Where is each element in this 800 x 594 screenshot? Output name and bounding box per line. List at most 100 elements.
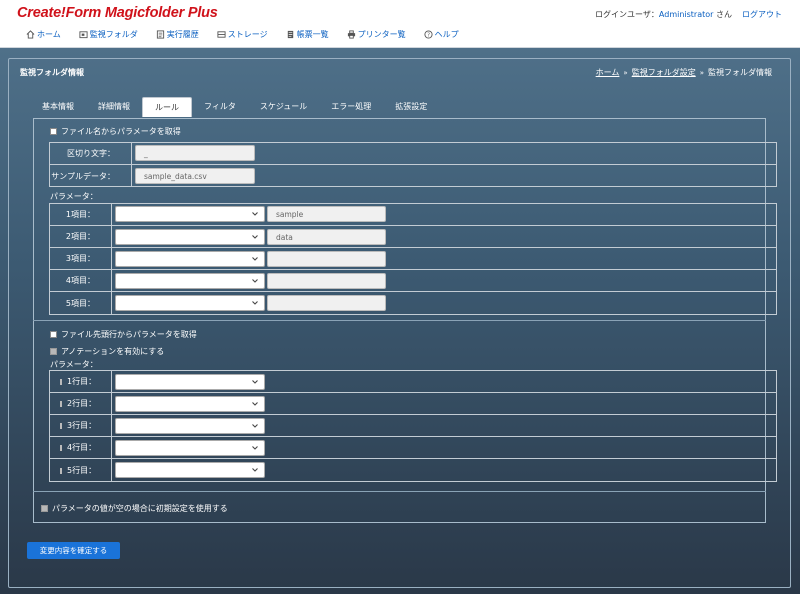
line-label: 1行目：: [50, 371, 112, 392]
tab-extended-settings[interactable]: 拡張設定: [383, 97, 439, 116]
tab-rules[interactable]: ルール: [142, 97, 192, 117]
filename-param-checkbox[interactable]: [50, 127, 57, 135]
breadcrumb-home[interactable]: ホーム: [596, 68, 620, 77]
line-select[interactable]: [115, 396, 265, 412]
home-icon: [26, 29, 35, 39]
tab-filter[interactable]: フィルタ: [192, 97, 248, 116]
param-value-input[interactable]: [267, 273, 386, 289]
login-prefix: ログインユーザ：: [595, 10, 659, 19]
help-icon: ?: [424, 29, 433, 38]
sample-data-input[interactable]: sample_data.csv: [135, 168, 255, 184]
nav-home[interactable]: ホーム: [26, 29, 61, 40]
storage-icon: [217, 30, 226, 38]
annotation-checkbox[interactable]: [50, 347, 57, 355]
fileline-param-option[interactable]: ファイル先頭行からパラメータを取得: [50, 329, 197, 339]
top-bar: Create!Form Magicfolder Plus ログインユーザ：Adm…: [0, 0, 800, 48]
param-select[interactable]: [115, 273, 265, 289]
logout-link[interactable]: ログアウト: [742, 10, 782, 19]
nav-history[interactable]: 実行履歴: [156, 29, 199, 40]
section-divider: [33, 491, 766, 492]
nav-storage-label: ストレージ: [227, 29, 268, 39]
tab-basic-info[interactable]: 基本情報: [30, 97, 86, 116]
param-value-input[interactable]: sample: [267, 206, 386, 222]
tab-detail-info[interactable]: 詳細情報: [86, 97, 142, 116]
param-value-input[interactable]: data: [267, 229, 386, 245]
sample-data-label: サンプルデータ：: [50, 165, 132, 187]
chevron-down-icon: [252, 402, 258, 406]
default-value-option[interactable]: パラメータの値が空の場合に初期設定を使用する: [41, 503, 228, 513]
delimiter-label: 区切り文字：: [50, 143, 132, 164]
default-value-label: パラメータの値が空の場合に初期設定を使用する: [52, 503, 228, 513]
breadcrumb-separator: »: [699, 69, 704, 77]
breadcrumb-current: 監視フォルダ情報: [708, 68, 772, 77]
param-select[interactable]: [115, 206, 265, 222]
fileline-param-label: ファイル先頭行からパラメータを取得: [61, 329, 197, 339]
line-checkbox[interactable]: [60, 378, 62, 385]
breadcrumb-separator: »: [623, 69, 628, 77]
param-label: 4項目：: [50, 270, 112, 291]
delimiter-input[interactable]: _: [135, 145, 255, 161]
line-row: 1行目：: [50, 371, 776, 393]
line-row: 4行目：: [50, 437, 776, 459]
param-label: 5項目：: [50, 292, 112, 315]
annotation-label: アノテーションを有効にする: [61, 346, 165, 356]
param-label: 1項目：: [50, 204, 112, 225]
line-select[interactable]: [115, 440, 265, 456]
line-label-text: 3行目：: [67, 421, 97, 430]
line-checkbox[interactable]: [60, 467, 62, 474]
param-select[interactable]: [115, 251, 265, 267]
filename-param-label: ファイル名からパラメータを取得: [61, 126, 181, 136]
line-label-text: 1行目：: [67, 377, 97, 386]
tab-bar: 基本情報 詳細情報 ルール フィルタ スケジュール エラー処理 拡張設定: [30, 97, 439, 117]
nav-folder-monitor[interactable]: 監視フォルダ: [79, 29, 138, 40]
nav-document-list[interactable]: 帳票一覧: [286, 29, 329, 40]
line-label: 4行目：: [50, 437, 112, 458]
tab-schedule[interactable]: スケジュール: [248, 97, 319, 116]
login-suffix: さん: [713, 10, 732, 19]
filename-param-option[interactable]: ファイル名からパラメータを取得: [50, 126, 181, 136]
filename-settings-table: 区切り文字： _ サンプルデータ： sample_data.csv: [49, 142, 777, 187]
login-user: Administrator: [658, 10, 714, 19]
param-row: 5項目：: [50, 292, 776, 315]
line-select[interactable]: [115, 374, 265, 390]
line-checkbox[interactable]: [60, 422, 62, 429]
param-select[interactable]: [115, 229, 265, 245]
breadcrumb-settings[interactable]: 監視フォルダ設定: [632, 68, 696, 77]
param-label: 3項目：: [50, 248, 112, 269]
param-row: 3項目：: [50, 248, 776, 270]
main-nav: ホーム 監視フォルダ 実行履歴 ストレージ 帳票一覧 プリンター覧 ? ヘルプ: [26, 28, 477, 40]
param-value-input[interactable]: [267, 295, 386, 311]
folder-monitor-icon: [79, 30, 88, 38]
confirm-changes-button[interactable]: 変更内容を確定する: [27, 542, 120, 559]
chevron-down-icon: [252, 279, 258, 283]
fileline-param-checkbox[interactable]: [50, 330, 57, 338]
panel-title: 監視フォルダ情報: [20, 68, 84, 77]
chevron-down-icon: [252, 301, 258, 305]
line-label: 2行目：: [50, 393, 112, 414]
document-list-icon: [287, 30, 293, 38]
sample-data-row: サンプルデータ： sample_data.csv: [50, 165, 776, 187]
nav-printer[interactable]: プリンター覧: [347, 29, 406, 40]
default-value-checkbox[interactable]: [41, 504, 48, 512]
filename-params-table: 1項目： sample 2項目： data 3項目： 4項目： 5項目：: [49, 203, 777, 315]
line-checkbox[interactable]: [60, 400, 62, 407]
line-select[interactable]: [115, 462, 265, 478]
chevron-down-icon: [252, 212, 258, 216]
annotation-option[interactable]: アノテーションを有効にする: [50, 346, 164, 356]
line-checkbox[interactable]: [60, 444, 62, 451]
history-icon: [156, 29, 164, 39]
nav-storage[interactable]: ストレージ: [217, 29, 268, 40]
line-label-text: 2行目：: [67, 399, 97, 408]
line-row: 5行目：: [50, 459, 776, 482]
param-row: 2項目： data: [50, 226, 776, 248]
chevron-down-icon: [252, 257, 258, 261]
tab-error-handling[interactable]: エラー処理: [319, 97, 383, 116]
param-value-input[interactable]: [267, 251, 386, 267]
nav-help[interactable]: ? ヘルプ: [424, 29, 459, 40]
line-row: 2行目：: [50, 393, 776, 415]
nav-history-label: 実行履歴: [166, 29, 199, 39]
app-logo: Create!Form Magicfolder Plus: [17, 5, 218, 21]
nav-help-label: ヘルプ: [434, 29, 459, 39]
param-select[interactable]: [115, 295, 265, 311]
line-select[interactable]: [115, 418, 265, 434]
